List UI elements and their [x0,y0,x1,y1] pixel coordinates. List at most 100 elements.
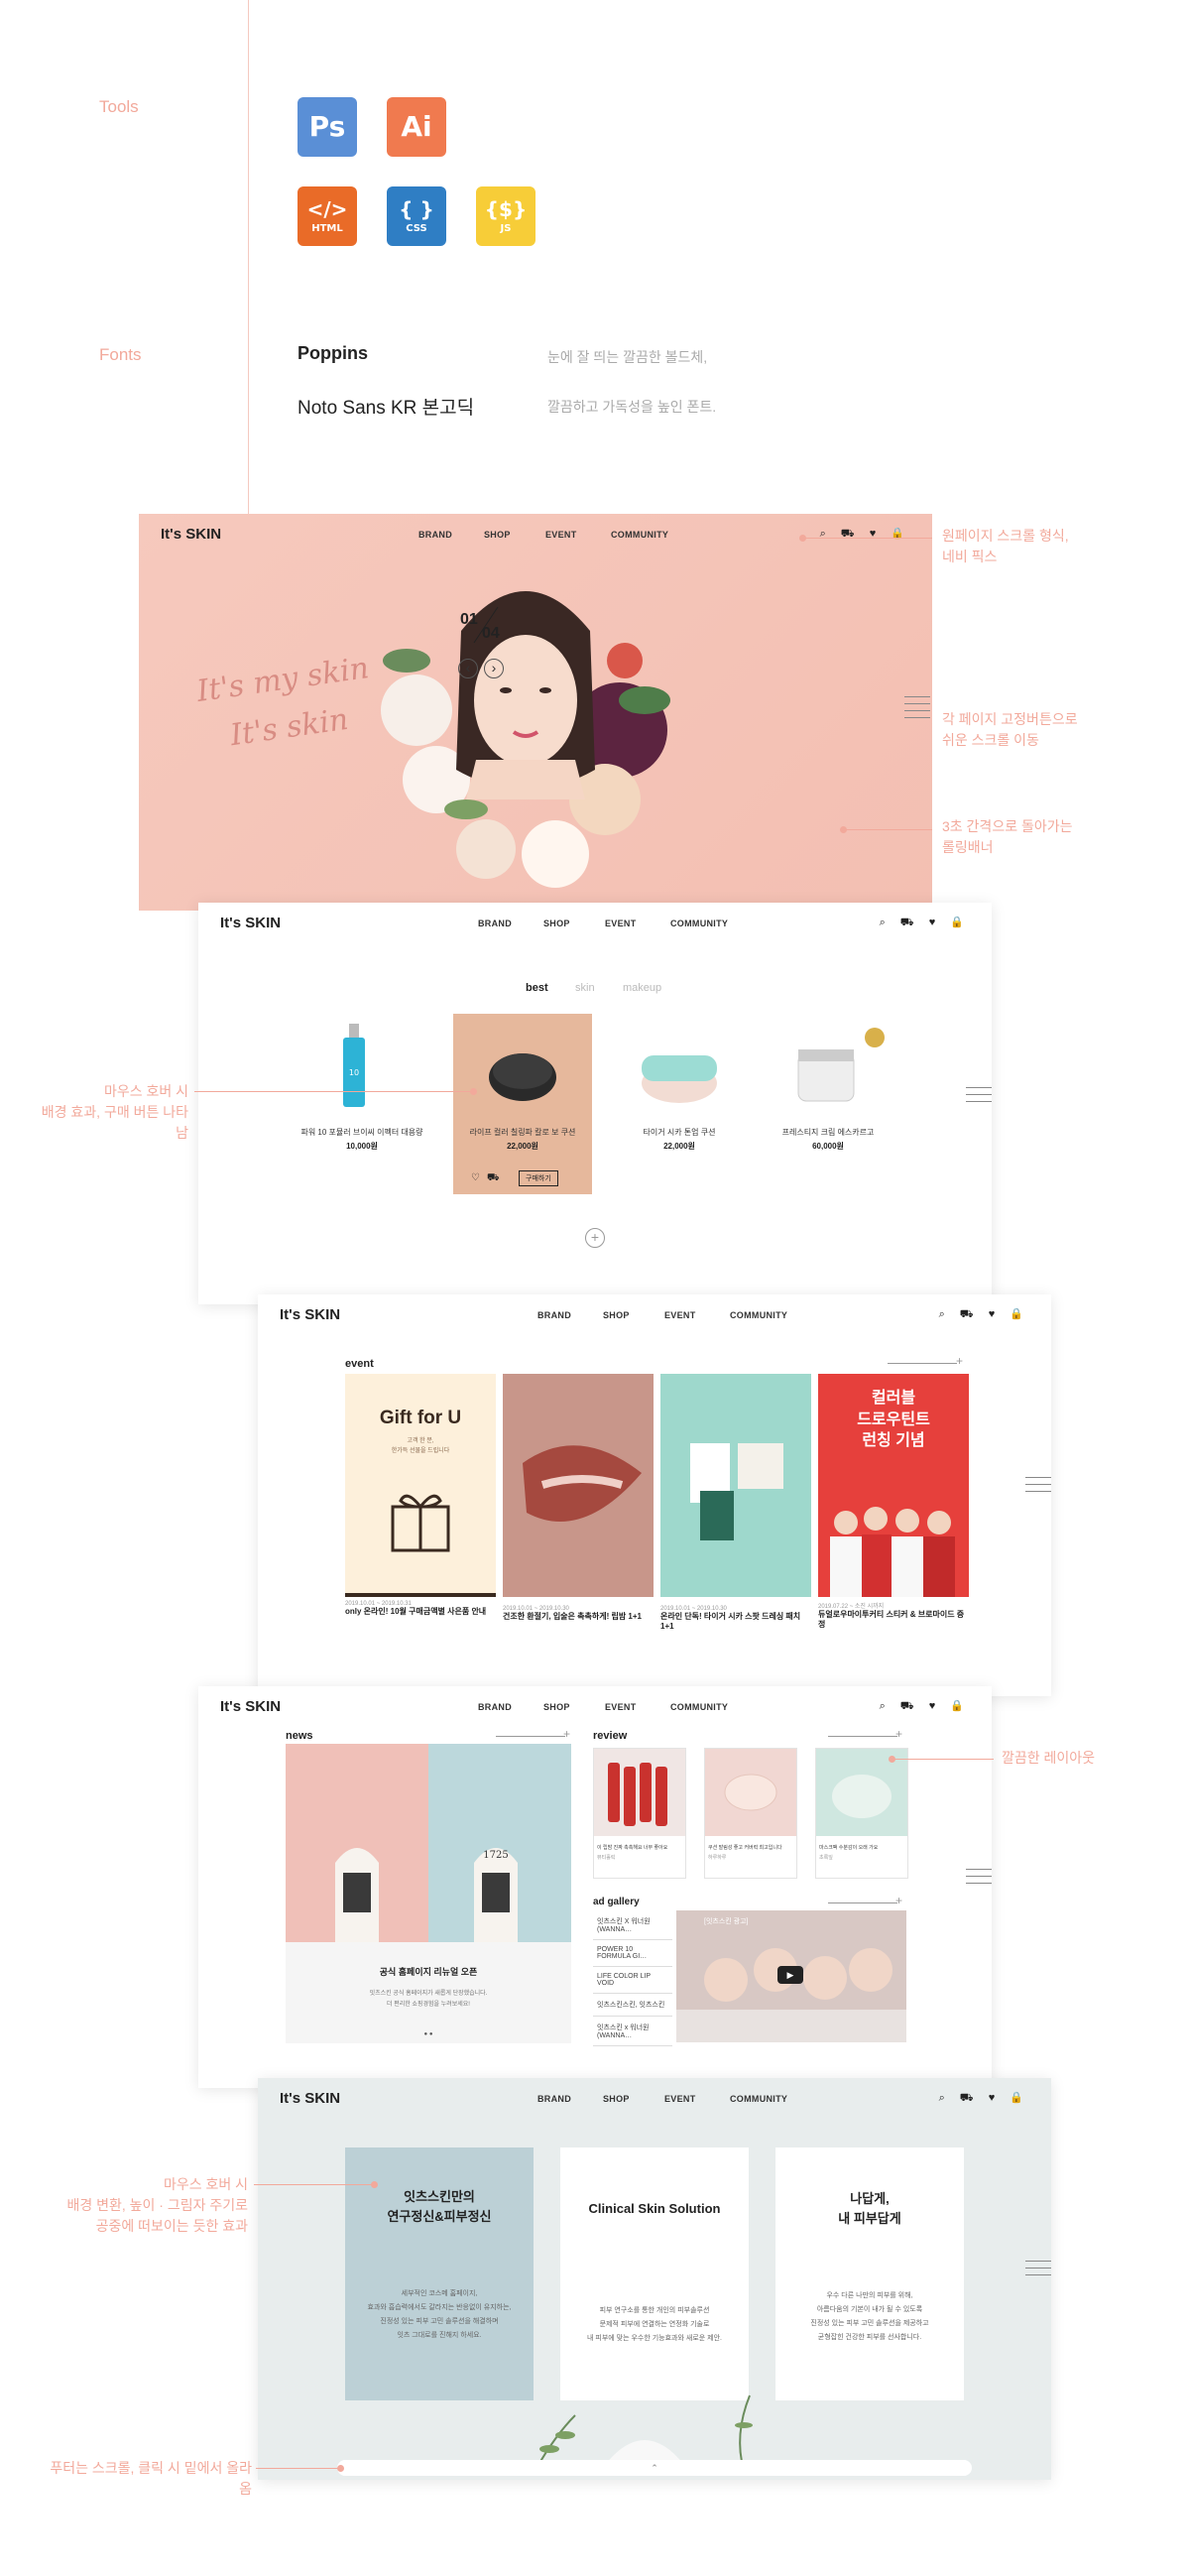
review-card[interactable]: 쿠션 발림성 좋고 커버력 최고입니다 하루하루 [704,1748,797,1879]
review-image-cushion [705,1749,796,1836]
nav-brand[interactable]: BRAND [537,1310,571,1320]
more-products-button[interactable]: + [585,1228,605,1248]
header-icons[interactable]: ⌕ ⛟ ♥ 🔒 [939,1307,1029,1322]
ground-line [345,1593,496,1597]
gift-sub: 고객 한 분, [407,1438,434,1444]
nav-brand[interactable]: BRAND [418,530,452,540]
philosophy-title: Clinical Skin Solution [588,2201,721,2216]
nav-shop[interactable]: SHOP [603,2094,630,2104]
font-poppins-desc: 눈에 잘 띄는 깔끔한 볼드체, [547,349,708,365]
page-fixed-buttons[interactable] [966,1863,992,1890]
hero-script-2: It's skin [228,701,351,754]
site-logo[interactable]: It's SKIN [280,1306,340,1323]
event-more-button[interactable]: + [956,1354,963,1368]
review-more-button[interactable]: + [895,1727,902,1741]
site-logo[interactable]: It's SKIN [220,1698,281,1715]
philosophy-card[interactable]: Clinical Skin Solution 피부 연구소를 통한 개인의 피부… [560,2147,749,2400]
gallery-heading: ad gallery [593,1897,640,1907]
product-card[interactable]: 프레스티지 크림 에스카르고 60,000원 [764,1014,892,1212]
product-card[interactable]: 10 파워 10 포뮬러 브이씨 이펙터 대용량 10,000원 [298,1014,426,1212]
nav-community[interactable]: COMMUNITY [730,2094,787,2104]
fonts-label: Fonts [99,345,142,364]
product-card[interactable]: 타이거 시카 톤업 쿠션 22,000원 [615,1014,744,1212]
escargot-cream-image [797,1028,885,1102]
event-title: only 온라인! 10월 구매금액별 사은품 안내 [345,1607,487,1616]
gallery-video[interactable]: [잇츠스킨 광고] ▶ [676,1910,906,2042]
site-logo[interactable]: It's SKIN [280,2090,340,2107]
philosophy-title: 나답게, 내 피부답게 [838,2191,901,2226]
page-fixed-buttons[interactable] [966,1081,992,1108]
play-button[interactable]: ▶ [777,1966,803,1984]
group-photo [830,1507,955,1597]
anno-dot [470,1088,477,1095]
anno-hover: 마우스 호버 시 배경 효과, 구매 버튼 나타남 [41,1083,188,1141]
philosophy-title: 잇츠스킨만의 연구정신&피부정신 [387,2189,492,2224]
product-card-hover[interactable]: 라이프 컬러 칠링파 칼로 보 쿠션 22,000원 ♡ ⛟ 구매하기 [453,1014,592,1194]
nav-event[interactable]: EVENT [664,1310,696,1320]
anno-rolling: 3초 간격으로 돌아가는 롤링배너 [942,818,1073,855]
anno-line [256,2468,339,2469]
header-icons[interactable]: ⌕ ⛟ ♥ 🔒 [820,527,910,542]
page-fixed-buttons[interactable] [904,690,930,724]
nav-shop[interactable]: SHOP [543,919,570,928]
philosophy-card[interactable]: 나답게, 내 피부답게 우수 다른 나만의 피부를 위해, 아름다움의 기본이 … [775,2147,964,2400]
nav-event[interactable]: EVENT [545,530,577,540]
header-icons[interactable]: ⌕ ⛟ ♥ 🔒 [880,916,970,930]
nav-community[interactable]: COMMUNITY [611,530,668,540]
nav-brand[interactable]: BRAND [537,2094,571,2104]
news-more-button[interactable]: + [563,1727,570,1741]
event-card[interactable]: 2019.10.01 ~ 2019.10.30 온라인 단독! 타이거 시카 스… [660,1374,811,1633]
nav-event[interactable]: EVENT [664,2094,696,2104]
header-icons[interactable]: ⌕ ⛟ ♥ 🔒 [939,2091,1029,2106]
tab-makeup[interactable]: makeup [623,982,661,994]
gallery-item[interactable]: 잇츠스킨 X 워너원(WANNA… [593,1910,672,1940]
page-fixed-buttons[interactable] [1025,2255,1051,2281]
tab-best[interactable]: best [526,982,548,994]
header-icons[interactable]: ⌕ ⛟ ♥ 🔒 [880,1699,970,1714]
review-card[interactable]: 마스크팩 수분감이 오래 가요 초록잎 [815,1748,908,1879]
nav-brand[interactable]: BRAND [478,919,512,928]
html-icon: </> HTML [298,186,357,246]
philosophy-text: 세부적인 코스메 홈페이지, [401,2290,478,2297]
nav-shop[interactable]: SHOP [543,1702,570,1712]
news-pagination[interactable]: ● ● [286,2031,571,2037]
nav-event[interactable]: EVENT [605,1702,637,1712]
review-card[interactable]: 이 립밤 진짜 촉촉해요 너무 좋아요 뷰티홀릭 [593,1748,686,1879]
slide-prev-button[interactable]: ‹ [458,659,478,678]
event-image-tint: 컬러블 드로우틴트 런칭 기념 [818,1374,969,1597]
svg-text:10: 10 [349,1068,359,1077]
page-fixed-buttons[interactable] [1025,1471,1051,1498]
buy-button[interactable]: 구매하기 [519,1170,558,1186]
nav-community[interactable]: COMMUNITY [670,919,728,928]
gallery-item[interactable]: 잇츠스킨 x 워너원(WANNA… [593,2017,672,2046]
nav-brand[interactable]: BRAND [478,1702,512,1712]
cart-icon[interactable]: ⛟ [487,1172,500,1185]
tab-skin[interactable]: skin [575,982,595,994]
product-price: 10,000원 [346,1142,378,1152]
gift-title: Gift for U [379,1408,462,1428]
event-card[interactable]: Gift for U 고객 한 분, 한가득 선물을 드립니다 2019.10.… [345,1374,496,1617]
gallery-item[interactable]: 잇츠스킨스킨, 잇츠스킨 [593,1994,672,2017]
anno-line [846,829,932,830]
event-card[interactable]: 2019.10.01 ~ 2019.10.30 건조한 환절기, 입술은 촉촉하… [503,1374,654,1622]
nav-community[interactable]: COMMUNITY [730,1310,787,1320]
review-image-lipbalm [594,1749,685,1836]
scroll-top-button[interactable]: ⌃ [337,2460,972,2476]
slide-next-button[interactable]: › [484,659,504,678]
anno-line [194,1091,472,1092]
site-logo[interactable]: It's SKIN [220,915,281,931]
event-card[interactable]: 컬러블 드로우틴트 런칭 기념 2019.07.22 ~ 소진 시까지 듀얼로우… [818,1374,969,1631]
heart-icon[interactable]: ♡ [471,1172,480,1183]
news-card[interactable]: 1725 공식 홈페이지 리뉴얼 오픈 잇츠스킨 공식 홈페이지가 새롭게 단장… [286,1744,571,2043]
gallery-item[interactable]: LIFE COLOR LIP VOID [593,1967,672,1994]
site-logo[interactable]: It's SKIN [161,526,221,543]
gallery-more-button[interactable]: + [895,1894,902,1907]
anno-hover-shadow: 마우스 호버 시 배경 변환, 높이 · 그림자 주기로 공중에 떠보이는 듯한 효… [66,2176,248,2234]
nav-event[interactable]: EVENT [605,919,637,928]
philosophy-text: 문제적 피부에 연결하는 연정화 기술로 [599,2320,710,2328]
nav-shop[interactable]: SHOP [484,530,511,540]
cushion-image [489,1053,556,1101]
nav-shop[interactable]: SHOP [603,1310,630,1320]
nav-community[interactable]: COMMUNITY [670,1702,728,1712]
gallery-item[interactable]: POWER 10 FORMULA GI… [593,1940,672,1967]
